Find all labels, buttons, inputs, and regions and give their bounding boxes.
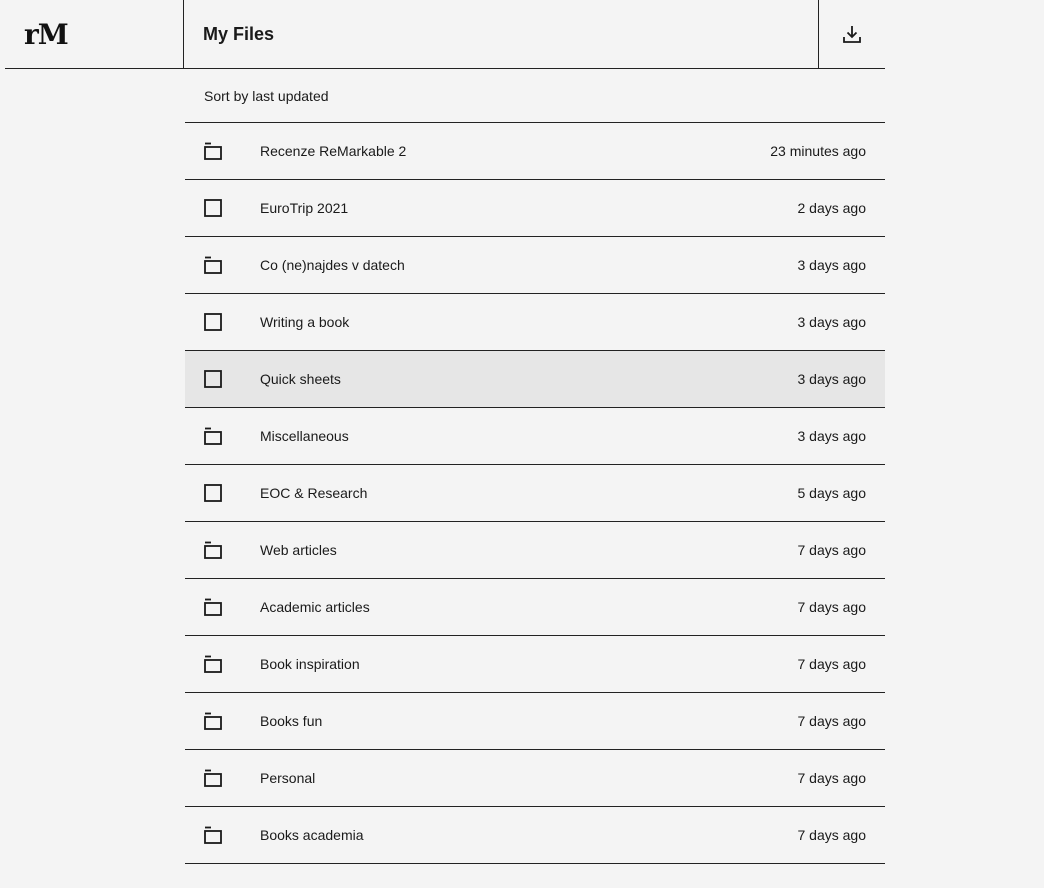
file-updated-time: 2 days ago xyxy=(797,200,867,216)
file-row[interactable]: Recenze ReMarkable 2 23 minutes ago xyxy=(185,123,885,180)
file-row[interactable]: Co (ne)najdes v datech 3 days ago xyxy=(185,237,885,294)
folder-icon xyxy=(185,579,241,635)
file-name: EOC & Research xyxy=(260,485,368,501)
folder-icon xyxy=(185,807,241,863)
remarkable-logo[interactable]: rM xyxy=(24,18,69,51)
download-icon[interactable] xyxy=(842,24,862,44)
sort-label[interactable]: Sort by last updated xyxy=(204,88,329,104)
file-name: Quick sheets xyxy=(260,371,341,387)
logo-cell[interactable]: rM xyxy=(5,0,184,68)
file-row[interactable]: Academic articles 7 days ago xyxy=(185,579,885,636)
file-name: EuroTrip 2021 xyxy=(260,200,349,216)
file-row[interactable]: Writing a book 3 days ago xyxy=(185,294,885,351)
file-list: Recenze ReMarkable 2 23 minutes ago EuroTr… xyxy=(185,123,885,864)
top-bar: rM My Files xyxy=(5,0,885,69)
file-name: Academic articles xyxy=(260,599,370,615)
file-row[interactable]: Miscellaneous 3 days ago xyxy=(185,408,885,465)
file-name: Co (ne)najdes v datech xyxy=(260,257,405,273)
file-updated-time: 7 days ago xyxy=(797,656,867,672)
notebook-icon xyxy=(185,465,241,521)
file-name: Personal xyxy=(260,770,316,786)
file-name: Books academia xyxy=(260,827,364,843)
file-row[interactable]: Book inspiration 7 days ago xyxy=(185,636,885,693)
file-name: Book inspiration xyxy=(260,656,360,672)
file-updated-time: 23 minutes ago xyxy=(770,143,866,159)
file-row[interactable]: Quick sheets 3 days ago xyxy=(185,351,885,408)
file-row[interactable]: Personal 7 days ago xyxy=(185,750,885,807)
notebook-icon xyxy=(185,294,241,350)
file-updated-time: 7 days ago xyxy=(797,770,867,786)
folder-icon xyxy=(185,408,241,464)
folder-icon xyxy=(185,693,241,749)
title-cell: My Files xyxy=(184,0,819,68)
folder-icon xyxy=(185,522,241,578)
file-name: Recenze ReMarkable 2 xyxy=(260,143,407,159)
file-row[interactable]: Books fun 7 days ago xyxy=(185,693,885,750)
notebook-icon xyxy=(185,351,241,407)
file-browser: Sort by last updated Recenze ReMarkable … xyxy=(185,69,885,864)
folder-icon xyxy=(185,750,241,806)
file-updated-time: 5 days ago xyxy=(797,485,867,501)
file-updated-time: 7 days ago xyxy=(797,542,867,558)
file-name: Books fun xyxy=(260,713,323,729)
file-updated-time: 3 days ago xyxy=(797,371,867,387)
folder-icon xyxy=(185,123,241,179)
file-row[interactable]: Books academia 7 days ago xyxy=(185,807,885,864)
file-name: Web articles xyxy=(260,542,337,558)
folder-icon xyxy=(185,237,241,293)
download-button[interactable] xyxy=(819,0,885,68)
file-updated-time: 7 days ago xyxy=(797,713,867,729)
page-title: My Files xyxy=(203,23,275,44)
file-row[interactable]: Web articles 7 days ago xyxy=(185,522,885,579)
notebook-icon xyxy=(185,180,241,236)
sort-control[interactable]: Sort by last updated xyxy=(185,69,885,123)
file-name: Writing a book xyxy=(260,314,350,330)
file-updated-time: 3 days ago xyxy=(797,428,867,444)
file-updated-time: 3 days ago xyxy=(797,314,867,330)
file-updated-time: 7 days ago xyxy=(797,599,867,615)
file-name: Miscellaneous xyxy=(260,428,349,444)
file-row[interactable]: EOC & Research 5 days ago xyxy=(185,465,885,522)
file-updated-time: 3 days ago xyxy=(797,257,867,273)
file-updated-time: 7 days ago xyxy=(797,827,867,843)
folder-icon xyxy=(185,636,241,692)
file-row[interactable]: EuroTrip 2021 2 days ago xyxy=(185,180,885,237)
